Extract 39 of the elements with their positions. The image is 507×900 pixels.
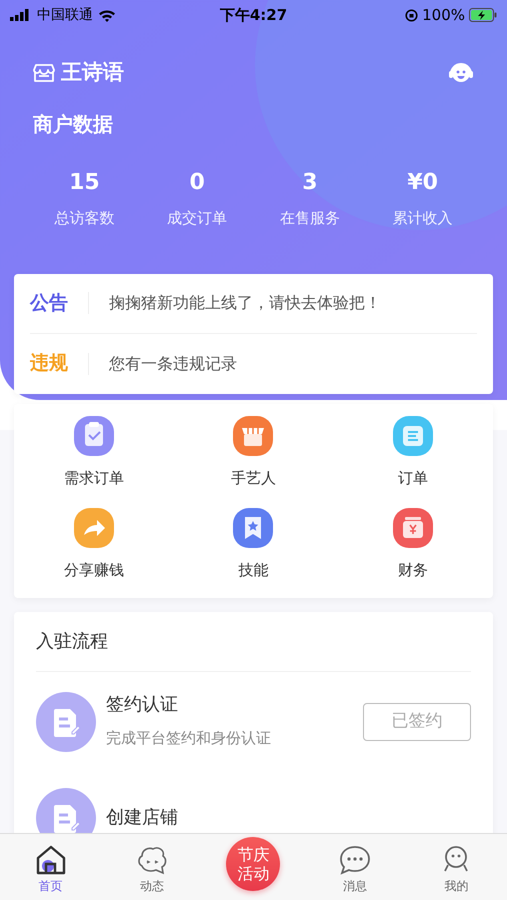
section-title: 商户数据 bbox=[32, 111, 114, 138]
shop-name: 王诗语 bbox=[61, 59, 124, 86]
shortcut-button[interactable]: 需求订单 bbox=[14, 416, 174, 488]
stat-value: 3 bbox=[302, 169, 318, 197]
shortcut-button[interactable]: 财务 bbox=[333, 508, 493, 580]
stat-value: 0 bbox=[189, 169, 205, 197]
stat-label: 在售服务 bbox=[280, 208, 340, 229]
shop-icon bbox=[33, 63, 55, 83]
shortcut-button[interactable]: 订单 bbox=[333, 416, 493, 488]
stat-label: 累计收入 bbox=[392, 208, 453, 229]
tab-item[interactable]: 首页 bbox=[34, 840, 68, 894]
step-title: 签约认证 bbox=[106, 693, 179, 718]
stat-label: 成交订单 bbox=[167, 208, 228, 229]
orientation-lock-icon bbox=[405, 8, 418, 22]
stat-label: 总访客数 bbox=[54, 208, 114, 229]
carrier-name: 中国联通 bbox=[37, 6, 93, 24]
tab-item[interactable]: 消息 bbox=[338, 840, 372, 894]
shortcut-button[interactable]: 技能 bbox=[174, 508, 334, 580]
notice-tag: 违规 bbox=[30, 349, 88, 378]
notice-text[interactable]: 掬掬猪新功能上线了，请快去体验把！ bbox=[109, 291, 381, 315]
shortcut-button[interactable]: 手艺人 bbox=[174, 416, 334, 488]
status-time: 下午4:27 bbox=[220, 4, 288, 26]
step-description: 完成平台签约和身份认证 bbox=[106, 728, 272, 750]
wifi-icon bbox=[98, 8, 116, 22]
document-icon bbox=[36, 692, 96, 752]
chat-icon bbox=[338, 844, 372, 876]
tab-item[interactable]: 动态 bbox=[135, 840, 170, 894]
festival-button[interactable]: 节庆活动 bbox=[226, 837, 280, 891]
stat-value: 15 bbox=[69, 169, 100, 197]
shortcut-button[interactable]: 分享赚钱 bbox=[14, 508, 174, 580]
battery-icon bbox=[469, 8, 497, 22]
process-title: 入驻流程 bbox=[36, 612, 471, 672]
step-title: 创建店铺 bbox=[106, 806, 179, 830]
notice-text[interactable]: 您有一条违规记录 bbox=[109, 352, 237, 376]
battery-percentage: 100% bbox=[422, 4, 465, 26]
tab-item[interactable]: 我的 bbox=[439, 840, 474, 894]
notice-tag: 公告 bbox=[30, 288, 88, 318]
cloud-face-icon bbox=[135, 844, 170, 876]
stat-value: ¥0 bbox=[407, 169, 438, 197]
